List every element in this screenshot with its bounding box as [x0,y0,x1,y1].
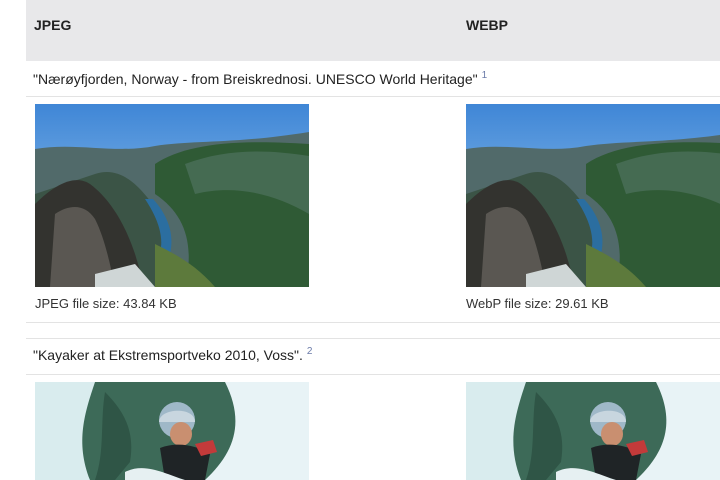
jpeg-kayaker-image[interactable] [35,382,309,480]
row-divider [26,374,720,375]
row-caption: "Nærøyfjorden, Norway - from Breiskredno… [33,70,487,87]
fjord-photo-icon [35,104,309,287]
webp-file-size: WebP file size: 29.61 KB [466,296,609,311]
row-divider [26,96,720,97]
jpeg-fjord-image[interactable] [35,104,309,287]
row-divider [26,338,720,339]
kayaker-photo-icon [466,382,720,480]
webp-fjord-image[interactable] [466,104,720,287]
kayaker-photo-icon [35,382,309,480]
fjord-photo-icon [466,104,720,287]
row-divider [26,322,720,323]
webp-kayaker-image[interactable] [466,382,720,480]
row-caption: "Kayaker at Ekstremsportveko 2010, Voss"… [33,346,312,363]
jpeg-file-size: JPEG file size: 43.84 KB [35,296,177,311]
caption-text: "Nærøyfjorden, Norway - from Breiskredno… [33,71,478,87]
column-header-jpeg: JPEG [34,17,72,33]
column-header-webp: WEBP [466,17,508,33]
caption-text: "Kayaker at Ekstremsportveko 2010, Voss"… [33,347,303,363]
comparison-table: JPEG WEBP "Nærøyfjorden, Norway - from B… [26,0,720,480]
footnote-link[interactable]: 2 [307,346,313,357]
table-header-row: JPEG WEBP [26,0,720,61]
page-margin [0,0,26,480]
footnote-link[interactable]: 1 [482,70,488,81]
